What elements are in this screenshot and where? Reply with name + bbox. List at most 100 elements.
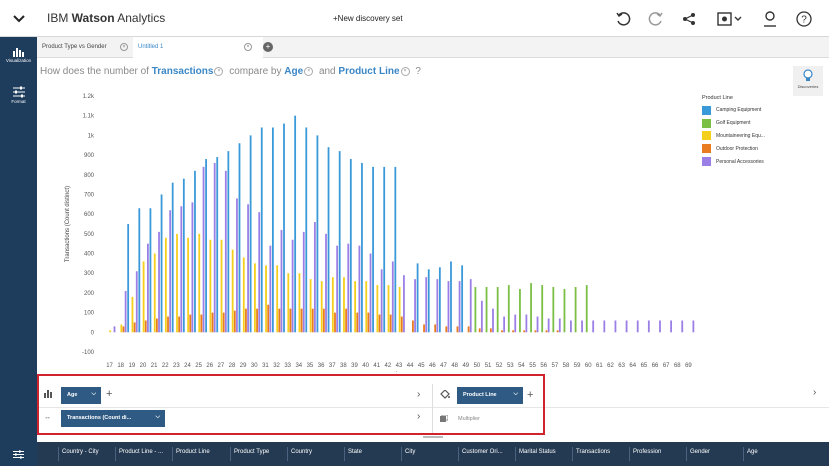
bar[interactable] — [211, 312, 214, 333]
bar[interactable] — [320, 281, 323, 333]
bar[interactable] — [216, 157, 219, 333]
bar[interactable] — [525, 314, 528, 333]
panel-resize-handle[interactable] — [423, 436, 443, 438]
bar[interactable] — [278, 308, 281, 333]
bar[interactable] — [202, 166, 205, 333]
bar[interactable] — [254, 263, 256, 333]
bar[interactable] — [445, 326, 448, 333]
bar[interactable] — [213, 162, 216, 333]
bar[interactable] — [167, 316, 169, 333]
bar[interactable] — [670, 320, 672, 333]
bar[interactable] — [291, 239, 294, 333]
bar[interactable] — [191, 202, 194, 333]
bar[interactable] — [387, 285, 390, 333]
bar[interactable] — [247, 204, 249, 333]
bar[interactable] — [294, 115, 297, 333]
bar[interactable] — [512, 330, 514, 333]
bar[interactable] — [198, 233, 201, 333]
bar[interactable] — [142, 261, 145, 333]
bar[interactable] — [120, 324, 123, 333]
column-header[interactable]: Product Line — [172, 447, 210, 461]
bar[interactable] — [570, 320, 572, 333]
bar[interactable] — [507, 285, 510, 333]
bar[interactable] — [614, 320, 617, 333]
bar[interactable] — [361, 162, 363, 333]
bar[interactable] — [300, 308, 303, 333]
bar[interactable] — [496, 287, 499, 333]
bar[interactable] — [227, 151, 230, 333]
bar[interactable] — [298, 273, 301, 333]
bar[interactable] — [276, 265, 279, 333]
bar[interactable] — [109, 330, 112, 333]
bar[interactable] — [249, 135, 252, 333]
bar[interactable] — [534, 330, 537, 333]
bar[interactable] — [325, 233, 327, 333]
sidebar-item-visualization[interactable]: Visualization — [0, 47, 37, 63]
column-header[interactable]: City — [401, 447, 415, 461]
bar[interactable] — [289, 308, 292, 333]
bar[interactable] — [260, 127, 263, 333]
bar[interactable] — [501, 330, 503, 333]
close-icon[interactable]: × — [244, 43, 252, 51]
bar[interactable] — [416, 263, 419, 333]
bar[interactable] — [474, 287, 477, 333]
share-icon[interactable] — [678, 8, 700, 30]
bar[interactable] — [438, 267, 441, 333]
bar[interactable] — [456, 326, 459, 333]
legend-item[interactable]: Golf Equipment — [702, 117, 765, 130]
bar[interactable] — [547, 318, 550, 333]
bar[interactable] — [530, 283, 532, 333]
bar[interactable] — [545, 330, 548, 333]
bar[interactable] — [124, 290, 127, 333]
bar[interactable] — [256, 308, 258, 333]
bar[interactable] — [480, 300, 483, 333]
user-icon[interactable] — [759, 8, 781, 30]
bar[interactable] — [316, 135, 319, 333]
bar[interactable] — [523, 330, 526, 333]
legend-item[interactable]: Mountaineering Equ... — [702, 130, 765, 143]
column-header[interactable]: Product Line - ... — [115, 447, 163, 461]
bar[interactable] — [514, 314, 517, 333]
bar[interactable] — [447, 281, 450, 333]
bar[interactable] — [147, 243, 149, 333]
bar[interactable] — [398, 287, 401, 333]
column-header[interactable]: Product Type — [230, 447, 269, 461]
bar[interactable] — [425, 277, 428, 333]
bar[interactable] — [238, 143, 241, 333]
bar[interactable] — [380, 269, 383, 333]
bar[interactable] — [423, 324, 425, 333]
bar[interactable] — [327, 147, 330, 333]
bar[interactable] — [536, 316, 539, 333]
bar[interactable] — [467, 326, 470, 333]
column-header[interactable]: Country - City — [58, 447, 99, 461]
bar[interactable] — [305, 127, 308, 333]
bar[interactable] — [503, 316, 506, 333]
bar[interactable] — [369, 253, 372, 333]
bar[interactable] — [153, 253, 156, 333]
legend-item[interactable]: Camping Equipment — [702, 104, 765, 117]
close-icon[interactable]: × — [400, 66, 410, 76]
close-icon[interactable]: × — [120, 43, 128, 51]
close-icon[interactable]: × — [214, 66, 224, 76]
bar[interactable] — [133, 322, 136, 333]
bar[interactable] — [224, 170, 227, 333]
bar[interactable] — [659, 320, 661, 333]
bar[interactable] — [403, 275, 405, 333]
bar[interactable] — [180, 206, 183, 333]
question-dimension-1[interactable]: Age — [284, 66, 303, 77]
column-header[interactable]: Age — [743, 447, 758, 461]
bar[interactable] — [113, 326, 116, 333]
bar[interactable] — [331, 277, 334, 333]
bar[interactable] — [681, 320, 684, 333]
bar[interactable] — [383, 166, 386, 333]
redo-icon[interactable] — [645, 8, 667, 30]
bar[interactable] — [164, 237, 167, 333]
bar[interactable] — [558, 318, 561, 333]
legend-item[interactable]: Outdoor Protection — [702, 142, 765, 155]
bar[interactable] — [414, 279, 416, 333]
bar[interactable] — [541, 285, 544, 333]
bar[interactable] — [122, 326, 125, 333]
bar[interactable] — [458, 281, 461, 333]
discovery-set-title[interactable]: +New discovery set — [333, 14, 403, 23]
bar[interactable] — [581, 320, 583, 333]
